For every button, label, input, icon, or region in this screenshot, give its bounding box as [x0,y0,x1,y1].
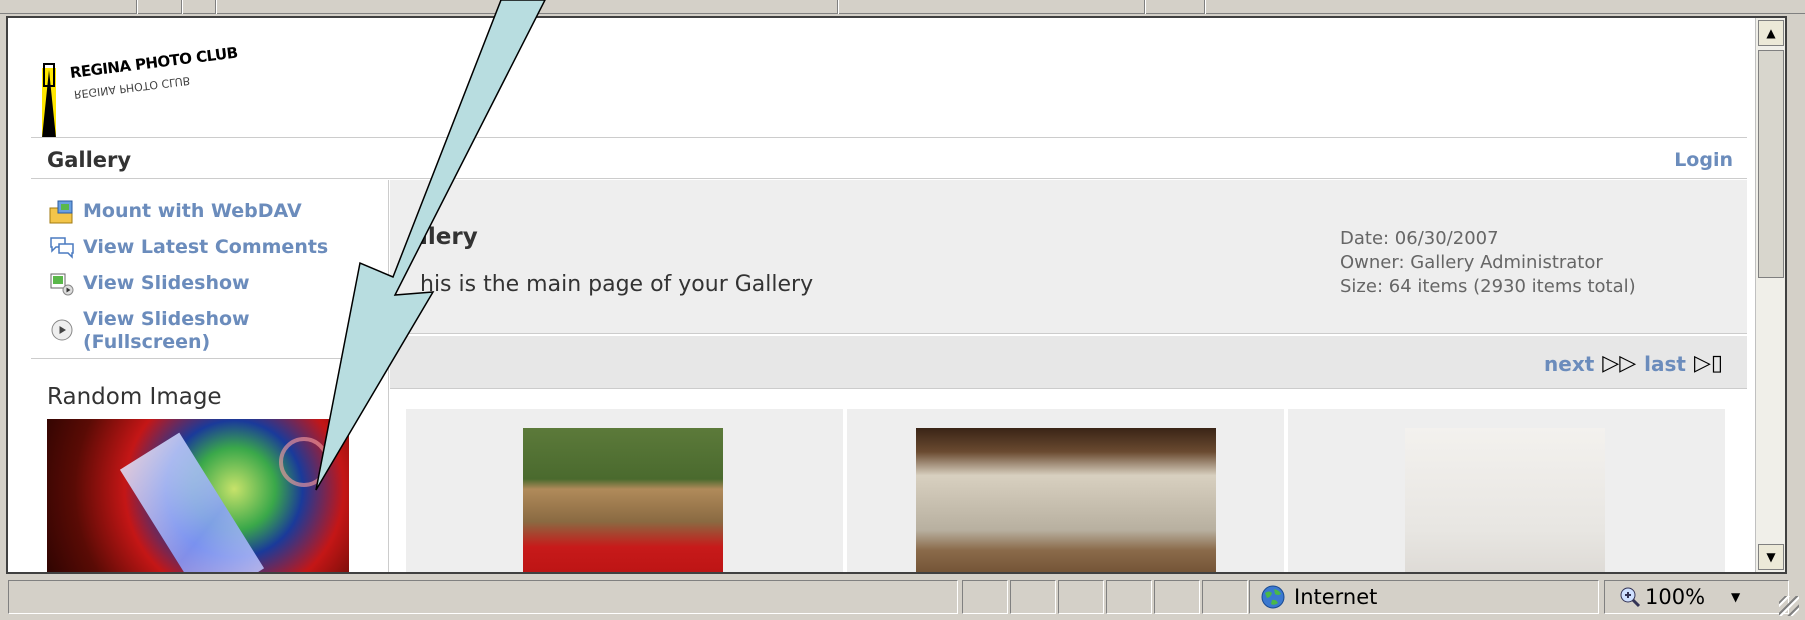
thumbnail-image[interactable] [916,428,1216,572]
next-link[interactable]: next [1544,352,1594,376]
label-line: (Fullscreen) [83,331,211,353]
thumbnail-image[interactable] [1405,428,1605,572]
status-panel [1010,580,1056,614]
random-image-detail [279,437,329,487]
sidebar-divider [31,358,388,359]
pager-bar: next ▷▷ last ▷▯ [390,336,1747,389]
thumbnail-image[interactable] [523,428,723,572]
zoom-control[interactable]: 100% ▼ [1604,580,1789,614]
status-panel [962,580,1008,614]
scroll-down-button[interactable]: ▼ [1758,544,1784,570]
sidebar-item-latest-comments[interactable]: View Latest Comments [49,236,328,260]
next-arrow-icon[interactable]: ▷▷ [1602,351,1636,376]
login-link[interactable]: Login [1674,149,1733,171]
toolbar-separator [136,0,138,14]
toolbar-separator [181,0,183,14]
slideshow-icon [50,273,74,296]
last-arrow-icon[interactable]: ▷▯ [1694,351,1723,376]
toolbar-separator [1204,0,1206,14]
status-panel [1154,580,1200,614]
random-image-heading: Random Image [47,384,222,410]
status-bar: Internet 100% ▼ [6,577,1805,620]
random-image-thumbnail[interactable] [47,419,349,572]
scroll-up-button[interactable]: ▲ [1758,20,1784,46]
random-image-detail [119,432,265,572]
album-header: llery his is the main page of your Galle… [390,180,1747,334]
status-panel [1106,580,1152,614]
arrow-down-icon: ▼ [1766,550,1776,564]
sidebar-item-label: View Slideshow (Fullscreen) [83,308,250,354]
toolbar-separator [837,0,839,14]
sidebar-item-slideshow-fullscreen[interactable]: View Slideshow (Fullscreen) [49,308,250,354]
sidebar-item-label: View Latest Comments [83,236,329,258]
status-panel [1058,580,1104,614]
vertical-scrollbar[interactable]: ▲ ▼ [1755,18,1785,572]
toolbar-separator [1144,0,1146,14]
scroll-thumb[interactable] [1758,50,1784,278]
browser-viewport: REGINA PHOTO CLUB REGINA PHOTO CLUB Gall… [6,16,1787,574]
album-description: his is the main page of your Gallery [420,272,814,297]
webdav-folder-icon [49,200,73,224]
zoom-level: 100% [1645,585,1706,609]
fullscreen-play-icon [51,319,73,341]
club-logo[interactable]: REGINA PHOTO CLUB REGINA PHOTO CLUB [40,40,240,140]
status-text-panel [8,580,958,614]
sidebar-item-webdav[interactable]: Mount with WebDAV [49,200,302,224]
album-owner: Owner: Gallery Administrator [1340,252,1603,273]
pager: next ▷▷ last ▷▯ [1544,351,1723,376]
gallery-title-bar: Gallery Login [31,137,1747,179]
album-title: llery [420,224,478,250]
sidebar-item-label: Mount with WebDAV [83,200,302,222]
album-date: Date: 06/30/2007 [1340,228,1499,249]
toolbar-strip [0,0,1805,14]
chevron-down-icon[interactable]: ▼ [1731,590,1740,604]
resize-grip[interactable] [1779,596,1799,616]
album-size: Size: 64 items (2930 items total) [1340,276,1636,297]
zone-label: Internet [1294,585,1378,609]
security-zone[interactable]: Internet [1249,580,1599,614]
toolbar-separator [215,0,217,14]
label-line: View Slideshow [83,308,250,330]
comments-icon [50,237,74,259]
status-panel [1202,580,1248,614]
sidebar-item-label: View Slideshow [83,272,250,294]
sidebar-item-slideshow[interactable]: View Slideshow [49,272,250,296]
page-title: Gallery [47,148,132,172]
last-link[interactable]: last [1644,352,1686,376]
thumbnail-cell [847,409,1284,572]
thumbnail-cell [1288,409,1725,572]
globe-icon [1261,585,1285,609]
thumbnail-cell [406,409,843,572]
zoom-icon [1620,587,1641,608]
sidebar: Mount with WebDAV View Latest Comments V… [31,180,389,572]
arrow-up-icon: ▲ [1766,26,1776,40]
album-meta: Date: 06/30/2007 Owner: Gallery Administ… [1340,227,1636,299]
